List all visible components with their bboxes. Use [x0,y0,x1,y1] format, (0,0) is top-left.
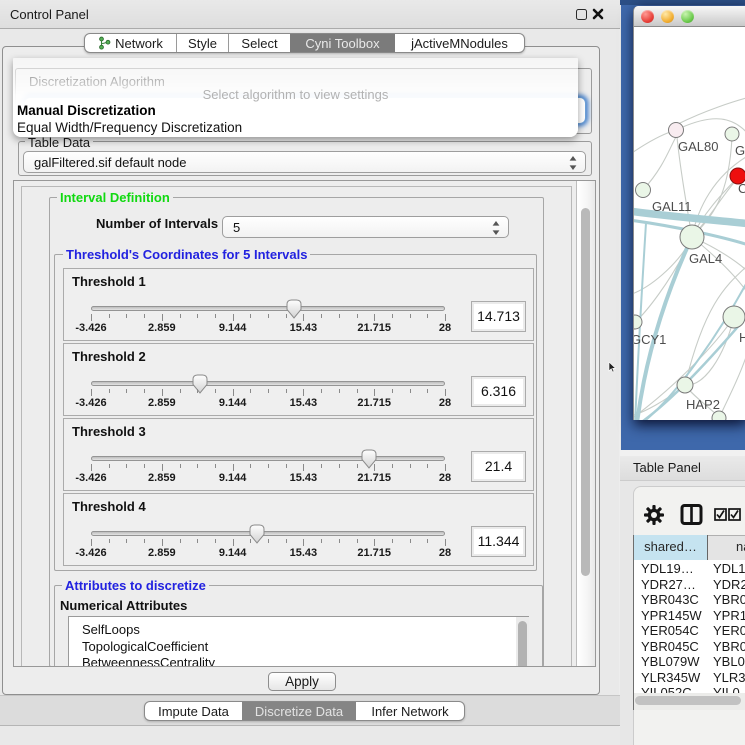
svg-text:H: H [739,330,745,345]
svg-text:GCY1: GCY1 [634,332,666,347]
svg-text:GA: GA [735,143,745,158]
svg-text:GAL4: GAL4 [689,251,722,266]
svg-text:GAL11: GAL11 [652,199,692,214]
svg-text:HAP2: HAP2 [686,397,720,412]
svg-text:C: C [738,181,745,196]
svg-text:GAL80: GAL80 [678,139,718,154]
